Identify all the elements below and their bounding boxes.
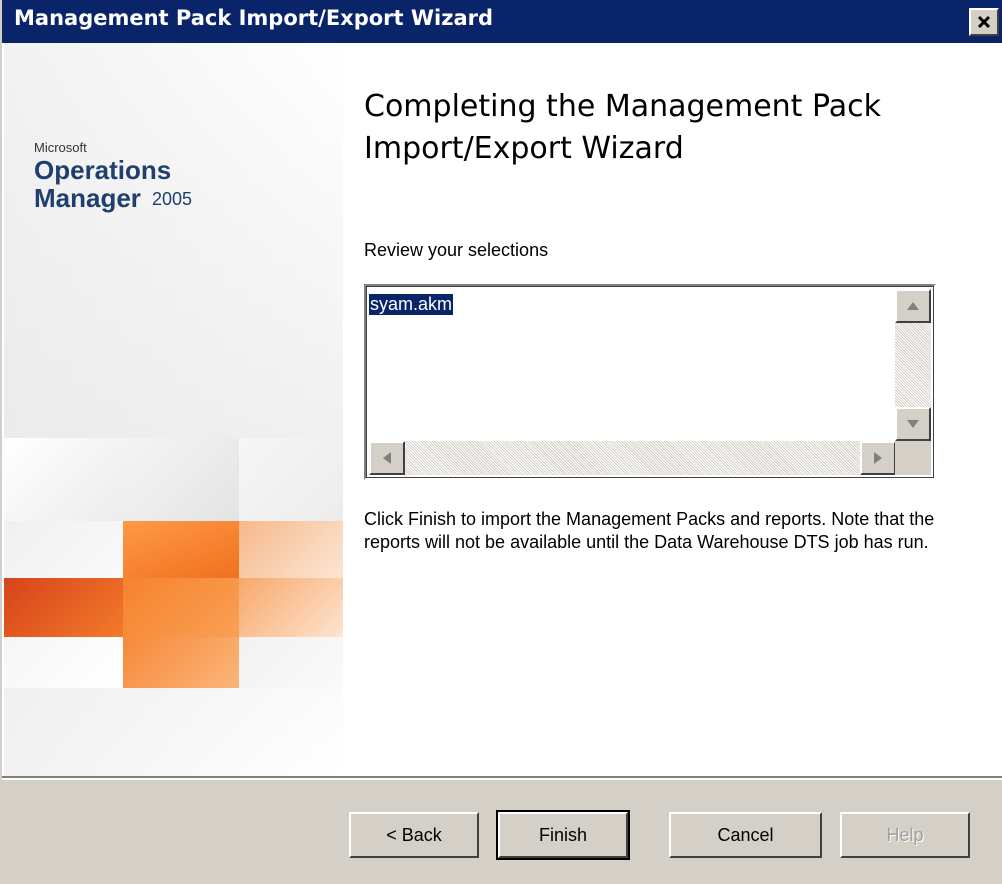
arrow-left-icon — [383, 452, 391, 464]
close-button[interactable] — [969, 8, 999, 36]
cancel-button-label: Cancel — [717, 824, 774, 845]
brand-company: Microsoft — [34, 140, 87, 155]
brand-product-line1: Operations — [34, 155, 172, 185]
cancel-button[interactable]: Cancel — [669, 812, 822, 858]
horizontal-scrollbar[interactable] — [369, 441, 896, 475]
scroll-up-button[interactable] — [895, 289, 931, 323]
back-button-label: < Back — [386, 824, 442, 845]
brand-version: 2005 — [152, 189, 193, 209]
help-button[interactable]: Help — [840, 812, 970, 858]
branding-panel: Microsoft Operations Manager 2005 — [4, 43, 343, 776]
review-label: Review your selections — [364, 240, 549, 260]
finish-button[interactable]: Finish — [496, 810, 630, 860]
scroll-down-button[interactable] — [895, 407, 931, 441]
finish-info-text: Click Finish to import the Management Pa… — [364, 509, 935, 552]
window-title: Management Pack Import/Export Wizard — [14, 6, 494, 30]
list-item[interactable]: syam.akm — [369, 294, 454, 315]
selections-listbox[interactable]: syam.akm — [364, 284, 936, 480]
help-button-label: Help — [886, 824, 924, 845]
brand-product-line2: Manager — [34, 183, 141, 213]
finish-button-label: Finish — [538, 824, 587, 845]
arrow-up-icon — [907, 302, 919, 310]
back-button[interactable]: < Back — [349, 812, 479, 858]
close-icon — [977, 15, 991, 29]
scroll-right-button[interactable] — [860, 441, 896, 475]
arrow-right-icon — [874, 452, 882, 464]
title-bar[interactable]: Management Pack Import/Export Wizard — [2, 0, 1002, 43]
scroll-left-button[interactable] — [369, 441, 405, 475]
arrow-down-icon — [907, 420, 919, 428]
scrollbar-corner — [895, 441, 931, 475]
wizard-window: Management Pack Import/Export Wizard Mic… — [0, 0, 1002, 884]
page-heading: Completing the Management Pack Import/Ex… — [364, 89, 881, 166]
